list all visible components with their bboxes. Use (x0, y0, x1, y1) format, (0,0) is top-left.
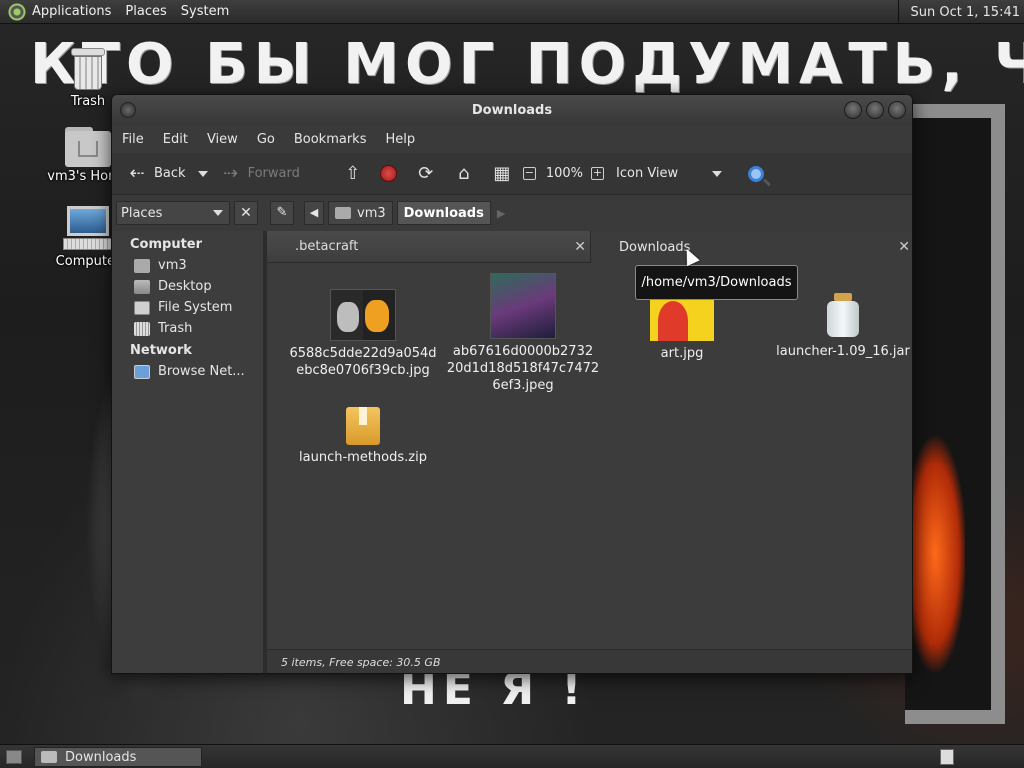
workspace-switcher[interactable] (940, 749, 954, 765)
search-icon (748, 165, 765, 182)
forward-arrow-icon: ⇢ (223, 163, 239, 184)
home-folder-icon (65, 127, 111, 167)
menubar: File Edit View Go Bookmarks Help (112, 125, 912, 153)
file-view: .betacraft ✕ Downloads ✕ 6588c5dde22d9a0… (267, 231, 912, 673)
places-sidebar: Computer vm3 Desktop File System Trash N… (112, 231, 263, 673)
distro-logo-icon[interactable] (8, 2, 26, 21)
zip-archive-icon (346, 407, 380, 445)
home-folder-icon (335, 207, 351, 219)
file-item[interactable]: ab67616d0000b2732 20d1d18d518f47c7472 6e… (443, 273, 603, 394)
image-thumbnail-icon (490, 273, 556, 339)
zoom-level[interactable]: 100% (546, 166, 583, 181)
file-manager-window: Downloads File Edit View Go Bookmarks He… (111, 94, 913, 674)
close-tab-icon[interactable]: ✕ (898, 239, 910, 255)
breadcrumb: ◀ vm3 Downloads ▶ (304, 201, 505, 225)
taskbar-item-downloads[interactable]: Downloads (34, 747, 202, 767)
home-folder-icon (134, 258, 150, 273)
close-icon: ✕ (240, 205, 252, 221)
chevron-down-icon (213, 210, 223, 216)
folder-icon (41, 751, 57, 763)
stop-icon (379, 165, 397, 182)
computer-icon (63, 206, 113, 252)
forward-button[interactable]: ⇢ Forward (216, 158, 304, 190)
stop-button[interactable] (376, 158, 401, 190)
maximize-button[interactable] (866, 101, 884, 119)
sidebar-selector[interactable]: Places (116, 201, 230, 225)
sidebar-item-file-system[interactable]: File System (112, 297, 263, 318)
close-sidebar-button[interactable]: ✕ (234, 201, 258, 225)
window-titlebar[interactable]: Downloads (112, 95, 912, 125)
top-panel: Applications Places System Sun Oct 1, 15… (0, 0, 1024, 24)
menu-applications[interactable]: Applications (32, 4, 111, 19)
toggle-location-entry-button[interactable]: ✎ (270, 201, 294, 225)
back-history-dropdown[interactable] (197, 170, 208, 177)
back-arrow-icon: ⇠ (129, 163, 145, 184)
menu-view[interactable]: View (207, 132, 238, 147)
wallpaper-fire (905, 404, 965, 704)
file-item[interactable]: 6588c5dde22d9a054d ebc8e0706f39cb.jpg (283, 289, 443, 379)
window-menu-button[interactable] (120, 102, 136, 118)
window-title: Downloads (471, 102, 553, 118)
computer-button[interactable]: ▦ (487, 158, 517, 190)
reload-icon: ⟳ (418, 163, 434, 184)
file-item[interactable]: launch-methods.zip (283, 407, 443, 466)
image-thumbnail-icon (330, 289, 396, 341)
view-mode-dropdown[interactable] (712, 170, 723, 177)
menu-system[interactable]: System (181, 4, 229, 19)
up-button[interactable]: ⇧ (338, 158, 368, 190)
sidebar-item-desktop[interactable]: Desktop (112, 276, 263, 297)
location-row: Places ✕ ✎ ◀ vm3 Downloads ▶ (112, 195, 912, 231)
jar-icon (826, 293, 860, 339)
zoom-in-icon: + (591, 166, 605, 180)
sidebar-item-trash[interactable]: Trash (112, 318, 263, 339)
panel-clock[interactable]: Sun Oct 1, 15:41 (911, 5, 1024, 20)
close-tab-icon[interactable]: ✕ (574, 239, 586, 255)
edit-icon: ✎ (276, 205, 288, 220)
file-item[interactable]: art.jpg (602, 291, 762, 362)
breadcrumb-vm3[interactable]: vm3 (328, 201, 393, 225)
computer-icon: ▦ (493, 163, 511, 184)
minimize-button[interactable] (844, 101, 862, 119)
up-arrow-icon: ⇧ (345, 163, 361, 184)
menu-go[interactable]: Go (257, 132, 275, 147)
reload-button[interactable]: ⟳ (411, 158, 441, 190)
close-button[interactable] (888, 101, 906, 119)
zoom-out-button[interactable]: − (519, 158, 540, 190)
sidebar-item-vm3[interactable]: vm3 (112, 255, 263, 276)
breadcrumb-left-button[interactable]: ◀ (304, 201, 324, 225)
trash-icon (71, 48, 105, 92)
menu-file[interactable]: File (122, 132, 144, 147)
tab-downloads[interactable]: Downloads ✕ (590, 231, 912, 263)
search-button[interactable] (744, 158, 768, 190)
status-bar: 5 items, Free space: 30.5 GB (267, 649, 912, 673)
sidebar-item-browse-network[interactable]: Browse Net... (112, 361, 263, 382)
menu-help[interactable]: Help (385, 132, 415, 147)
trash-icon (134, 321, 150, 336)
home-folder-icon: ⌂ (458, 163, 470, 184)
bottom-panel: Downloads (0, 744, 1024, 768)
wallpaper-top-text: КТО БЫ МОГ ПОДУМАТЬ, ЧТО Я - (30, 32, 1024, 97)
home-button[interactable]: ⌂ (449, 158, 479, 190)
sidebar-heading-network: Network (130, 343, 192, 358)
zoom-out-icon: − (522, 166, 536, 180)
zoom-in-button[interactable]: + (587, 158, 608, 190)
icon-grid: 6588c5dde22d9a054d ebc8e0706f39cb.jpg ab… (267, 263, 912, 649)
file-item[interactable]: launcher-1.09_16.jar (763, 293, 912, 360)
show-desktop-button[interactable] (6, 749, 22, 764)
tab-bar: .betacraft ✕ Downloads ✕ (267, 231, 912, 263)
menu-edit[interactable]: Edit (163, 132, 188, 147)
back-button[interactable]: ⇠ Back (122, 158, 190, 190)
desktop-folder-icon (134, 279, 150, 294)
menu-places[interactable]: Places (125, 4, 166, 19)
breadcrumb-downloads[interactable]: Downloads (396, 201, 491, 225)
tab-tooltip: /home/vm3/Downloads (635, 265, 798, 300)
network-icon (134, 364, 150, 379)
menu-bookmarks[interactable]: Bookmarks (294, 132, 367, 147)
breadcrumb-right-button[interactable]: ▶ (497, 207, 505, 220)
tab-betacraft[interactable]: .betacraft ✕ (267, 231, 590, 263)
drive-icon (134, 300, 150, 315)
toolbar: ⇠ Back ⇢ Forward ⇧ ⟳ ⌂ ▦ − 100% + Icon V… (112, 153, 912, 195)
sidebar-heading-computer: Computer (130, 237, 203, 252)
view-mode-select[interactable]: Icon View (616, 166, 700, 181)
